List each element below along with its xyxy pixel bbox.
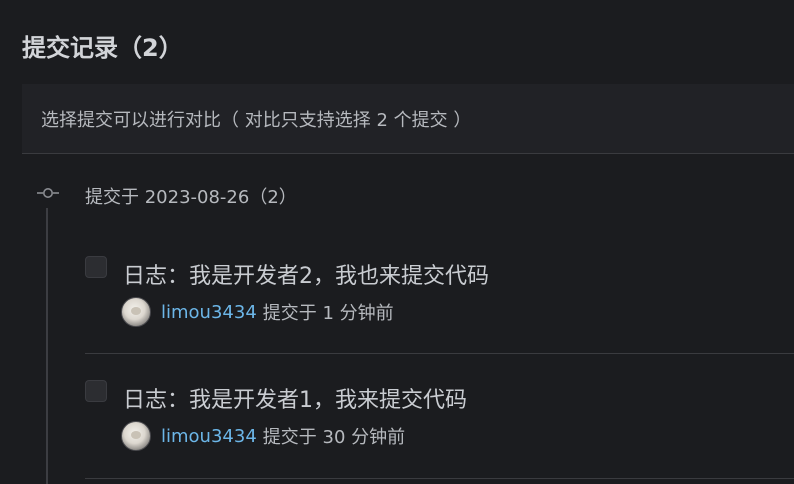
commit-time: 提交于 30 分钟前: [262, 427, 406, 448]
commit-select-checkbox[interactable]: [85, 380, 107, 402]
author-link[interactable]: limou3434: [161, 426, 257, 447]
commit-meta: limou3434 提交于 1 分钟前: [121, 297, 394, 327]
commit-history-page: 提交记录（2） 选择提交可以进行对比（ 对比只支持选择 2 个提交 ） 提交于 …: [0, 0, 794, 484]
author-avatar[interactable]: [121, 297, 151, 327]
commit-message[interactable]: 日志：我是开发者1，我来提交代码: [123, 382, 467, 414]
author-avatar[interactable]: [121, 421, 151, 451]
commit-meta: limou3434 提交于 30 分钟前: [121, 421, 405, 451]
commit-item[interactable]: 日志：我是开发者2，我也来提交代码 limou3434 提交于 1 分钟前: [85, 240, 794, 354]
author-link[interactable]: limou3434: [161, 302, 257, 323]
commit-node-icon: [37, 188, 59, 198]
commit-time: 提交于 1 分钟前: [262, 303, 394, 324]
commit-select-checkbox[interactable]: [85, 256, 107, 278]
compare-hint-banner: 选择提交可以进行对比（ 对比只支持选择 2 个提交 ）: [22, 84, 794, 154]
commit-message[interactable]: 日志：我是开发者2，我也来提交代码: [123, 258, 489, 290]
timeline-line: [46, 208, 48, 484]
commit-group-date: 提交于 2023-08-26（2）: [85, 187, 297, 208]
commit-item[interactable]: 日志：我是开发者1，我来提交代码 limou3434 提交于 30 分钟前: [85, 364, 794, 479]
compare-hint-text: 选择提交可以进行对比（ 对比只支持选择 2 个提交 ）: [41, 110, 472, 131]
page-title: 提交记录（2）: [22, 34, 183, 62]
